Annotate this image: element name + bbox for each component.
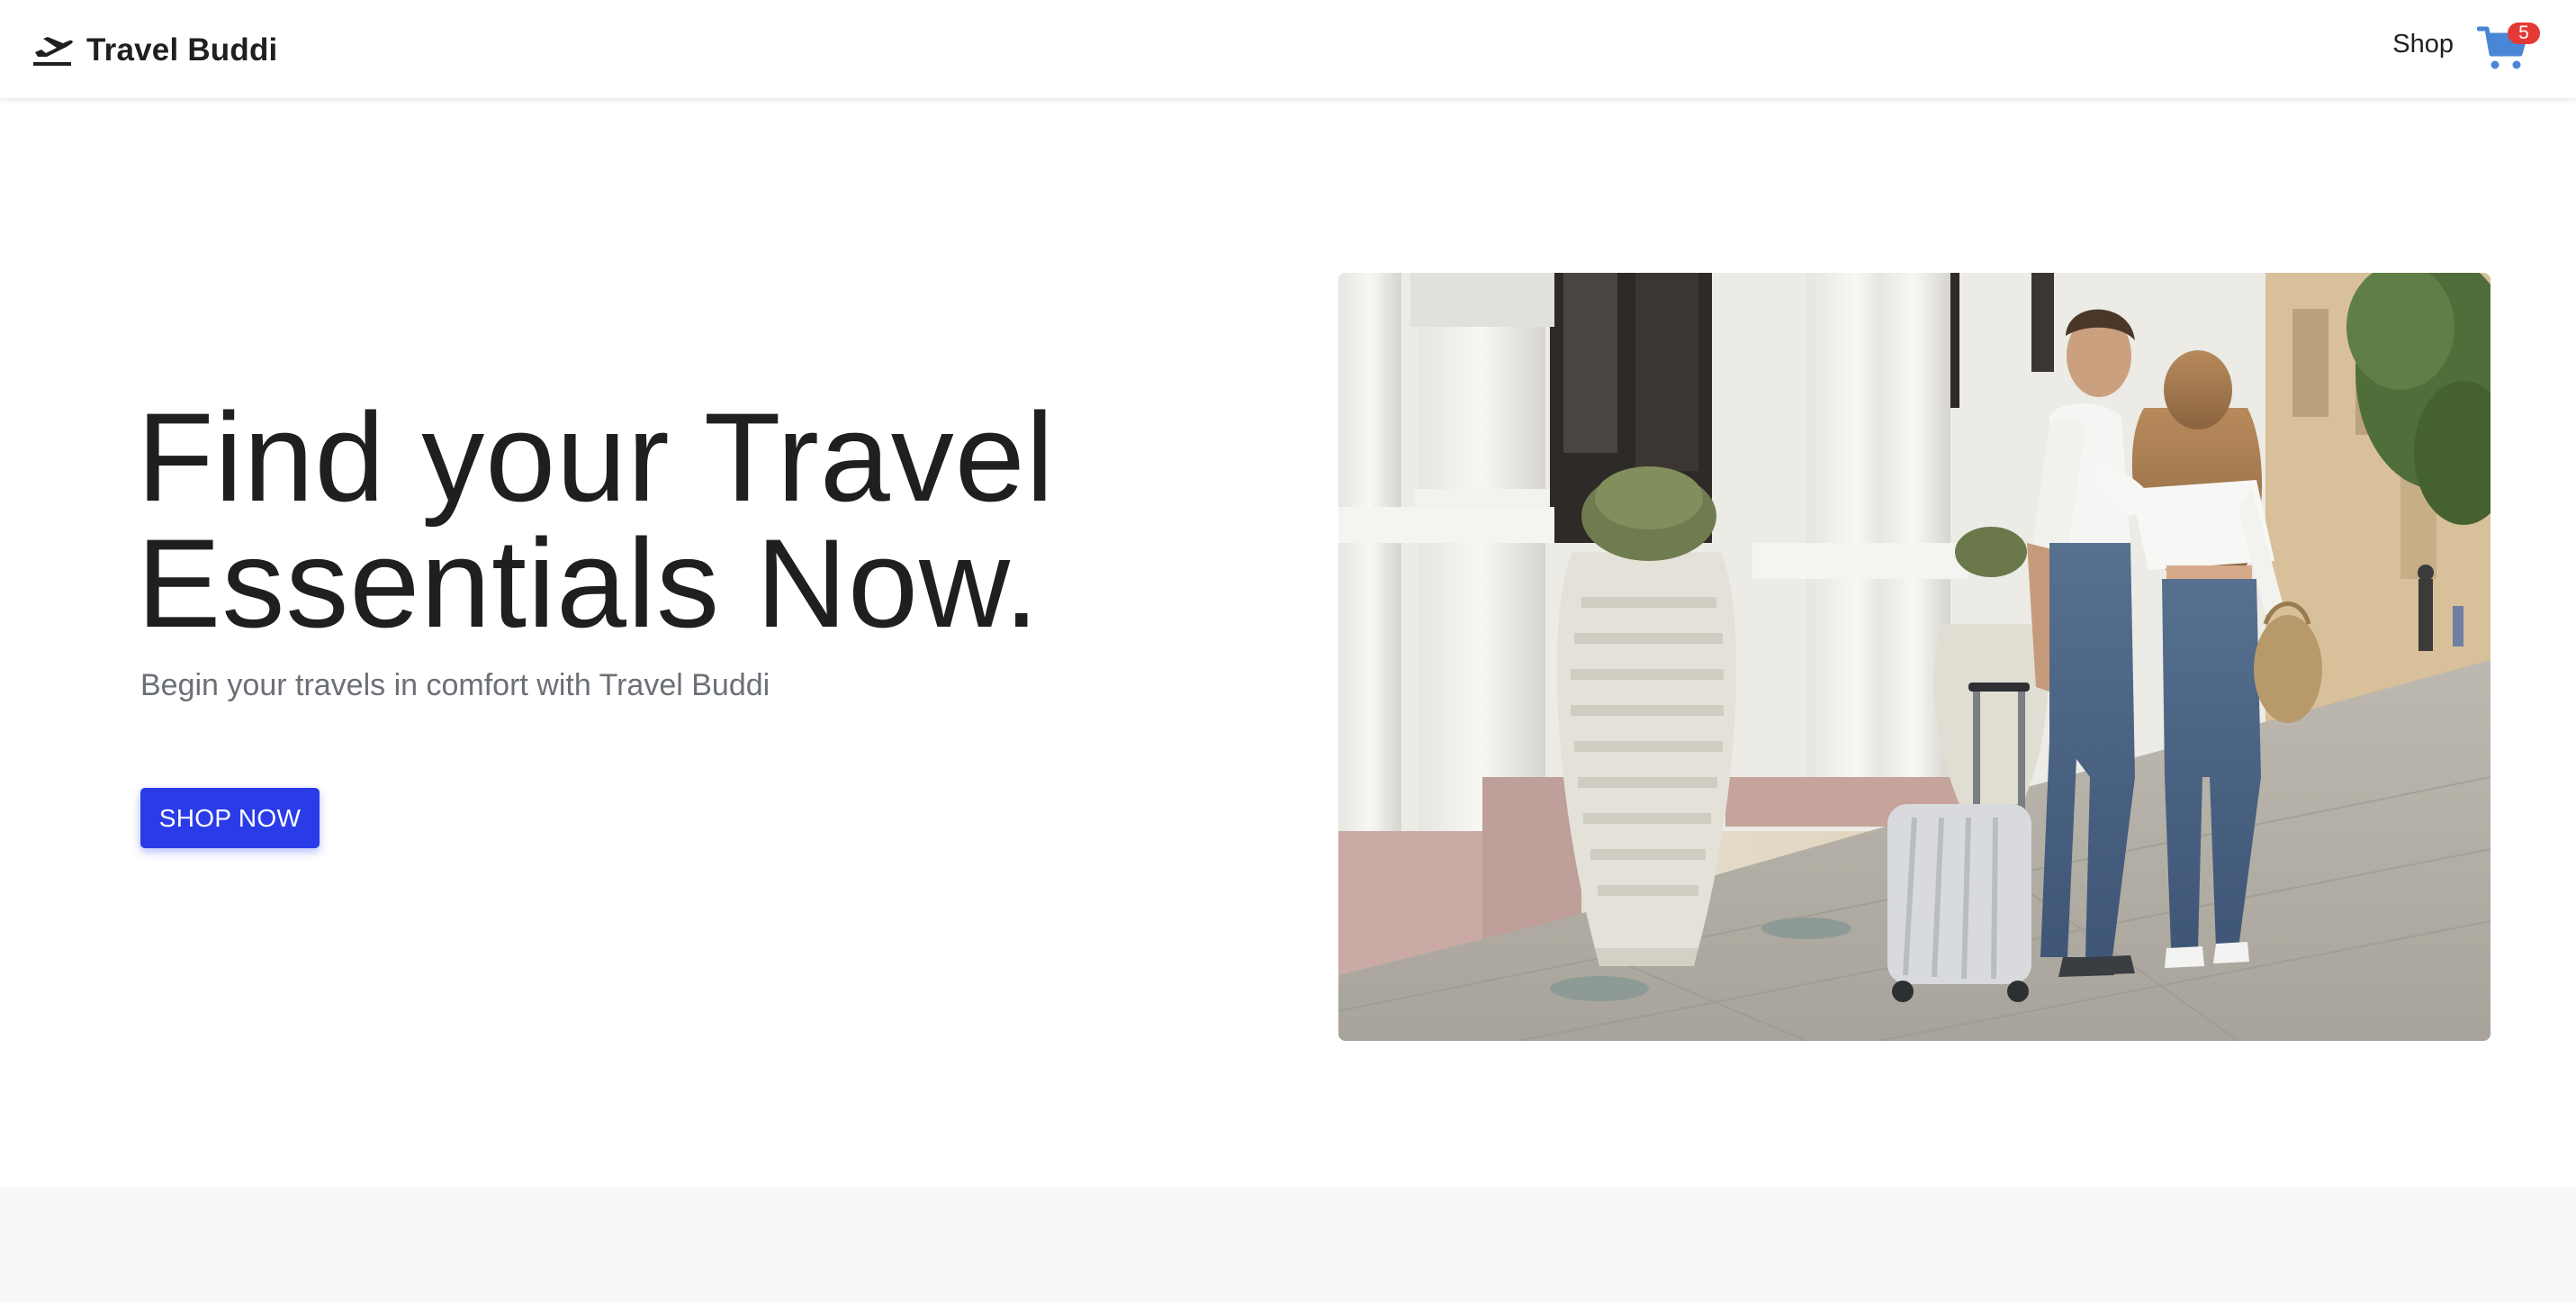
nav-right-group: Shop 5 [2392,13,2540,76]
hero-title-line-1: Find your Travel [137,386,1055,528]
cart-count-badge: 5 [2508,23,2540,44]
brand-logo-link[interactable]: Travel Buddi [32,23,277,77]
hero-title: Find your Travel Essentials Now. [137,394,1307,646]
nav-link-shop[interactable]: Shop [2392,30,2454,59]
top-navbar: Travel Buddi Shop 5 [0,0,2576,99]
lower-section-background [0,1187,2576,1302]
hero-subtitle: Begin your travels in comfort with Trave… [140,668,770,702]
couple-with-suitcase-photo [1338,273,2490,1041]
brand-name: Travel Buddi [86,32,278,68]
cart-button[interactable]: 5 [2477,16,2540,72]
airplane-departure-icon [33,37,73,66]
shop-now-button[interactable]: SHOP NOW [140,788,320,848]
hero-section: Find your Travel Essentials Now. Begin y… [0,99,2576,1187]
hero-title-line-2: Essentials Now. [137,512,1040,654]
hero-photo [1338,273,2490,1041]
